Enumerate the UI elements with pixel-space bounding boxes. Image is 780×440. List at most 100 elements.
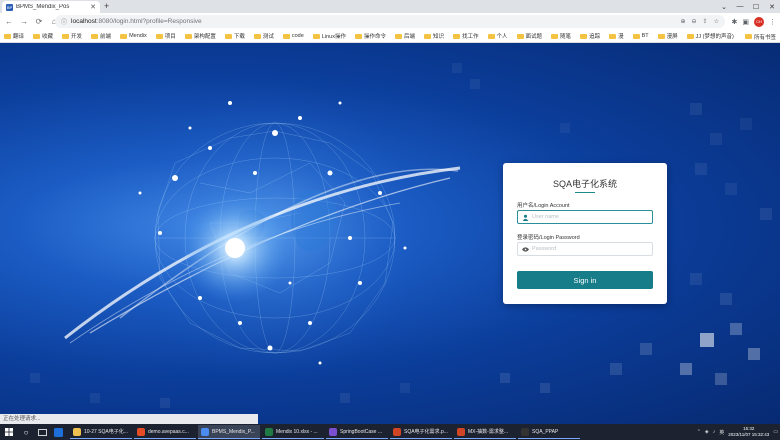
folder-icon	[253, 33, 261, 39]
back-icon[interactable]: ←	[3, 16, 15, 28]
eye-icon[interactable]	[518, 243, 532, 255]
bookmark-label: BT	[641, 33, 649, 39]
bookmark-star-icon[interactable]: ☆	[714, 18, 719, 25]
username-input[interactable]	[532, 214, 642, 220]
folder-icon	[580, 33, 588, 39]
bookmark-item[interactable]: 下载	[224, 32, 245, 40]
taskbar-app[interactable]: MX-抽数-需求整...	[454, 425, 516, 439]
taskbar-app[interactable]: SQA_PPAP	[518, 425, 580, 439]
network-icon[interactable]: ◈	[705, 429, 709, 435]
bookmark-label: Mendix	[129, 33, 147, 39]
bookmark-item[interactable]: 前端	[91, 32, 111, 40]
bookmark-item[interactable]: 漫	[609, 32, 624, 40]
app-icon	[73, 427, 81, 436]
translate-icon[interactable]: ⊕	[681, 18, 686, 25]
taskbar-app[interactable]: Mendix 10.xlsx - ...	[262, 425, 324, 439]
folder-icon	[120, 33, 128, 39]
app-icon	[521, 427, 529, 436]
bookmark-item[interactable]: Linux操作	[312, 32, 346, 40]
bookmark-label: 追踪	[589, 34, 601, 40]
status-bubble: 正在处理请求...	[0, 414, 258, 424]
app-icon	[457, 427, 465, 436]
bookmark-item[interactable]: 随笔	[551, 32, 571, 40]
bookmark-item[interactable]: 漫屏	[657, 32, 678, 40]
tray-chevron-icon[interactable]: ⌃	[697, 429, 701, 435]
login-title: SQA电子化系统	[552, 179, 617, 189]
bookmark-item[interactable]: 收藏	[33, 32, 53, 40]
bookmark-item[interactable]: 后端	[394, 32, 415, 40]
bookmark-item[interactable]: 测试	[253, 32, 274, 40]
new-tab-icon[interactable]: +	[104, 1, 109, 12]
bookmark-item[interactable]: 个人	[487, 32, 508, 40]
folder-icon	[62, 33, 70, 39]
bookmark-item[interactable]: code	[282, 33, 304, 39]
bookmark-item[interactable]: Mendix	[120, 33, 147, 39]
forward-icon[interactable]: →	[18, 16, 30, 28]
url-host: localhost	[71, 18, 97, 25]
taskbar-app-label: Mendix 10.xlsx - ...	[276, 428, 318, 435]
folder-icon	[4, 33, 11, 39]
folder-icon	[312, 33, 320, 39]
windows-start-icon[interactable]	[0, 424, 18, 440]
bookmark-label: 漫屏	[666, 34, 678, 40]
folder-icon	[453, 33, 460, 39]
taskbar-app-label: BPMS_Mendix_P...	[212, 428, 255, 435]
bookmark-label: 项目	[164, 34, 176, 40]
clock[interactable]: 15:32 2023/11/07 15:32:43	[728, 426, 769, 438]
taskbar-app[interactable]: SpringBootCase ...	[326, 425, 388, 439]
bookmark-item[interactable]: 知识	[423, 32, 444, 40]
user-icon	[518, 211, 532, 223]
taskbar-app[interactable]: 10-27 SQA电子化...	[70, 425, 132, 439]
search-icon[interactable]: ○	[18, 424, 34, 440]
bookmark-label: 前端	[100, 34, 112, 40]
password-input[interactable]	[532, 246, 642, 252]
app-icon	[329, 427, 337, 436]
bookmark-item[interactable]: JJ (梦想的声音)	[686, 32, 734, 40]
password-field[interactable]	[517, 242, 653, 256]
browser-tab[interactable]: BP BPMS_Mendix_Pos ✕	[2, 1, 100, 13]
bookmark-item[interactable]: 开发	[62, 32, 82, 40]
taskbar-app[interactable]: demo.avepaas.c...	[134, 425, 196, 439]
close-window-icon[interactable]: ✕	[764, 0, 780, 13]
bookmark-item[interactable]: 架构配置	[184, 32, 216, 40]
chevron-down-icon[interactable]: ⌄	[716, 0, 732, 13]
address-bar[interactable]: ⓘ localhost:8080/login.html?profile=Resp…	[55, 15, 725, 28]
sidebar-icon[interactable]: ▣	[742, 18, 749, 26]
bookmark-item[interactable]: BT	[632, 33, 649, 39]
bookmark-label: 面试题	[525, 34, 543, 40]
app-icon	[393, 427, 401, 436]
bookmark-label: 后端	[403, 34, 415, 40]
bookmark-item[interactable]: 面试题	[516, 32, 543, 40]
folder-icon	[91, 33, 99, 39]
bookmark-item[interactable]: 追踪	[580, 32, 600, 40]
menu-icon[interactable]: ⋮	[769, 18, 776, 26]
bookmark-item[interactable]: 操作命令	[354, 32, 386, 40]
share-icon[interactable]: ⇪	[703, 18, 708, 25]
notification-icon[interactable]: ▭	[773, 429, 778, 435]
bookmark-all[interactable]: 所有书签	[740, 30, 776, 42]
taskbar-app[interactable]: BPMS_Mendix_P...	[198, 425, 260, 439]
input-method-icon[interactable]: 英	[719, 429, 724, 436]
login-page-background: SQA电子化系统 用户名/Login Account 登录密码/Login Pa…	[0, 43, 780, 424]
profile-avatar[interactable]: CH	[754, 16, 764, 27]
maximize-icon[interactable]: ☐	[748, 0, 764, 13]
reload-icon[interactable]: ⟳	[33, 16, 45, 28]
minimize-icon[interactable]: —	[732, 0, 748, 13]
extensions-icon[interactable]: ✱	[732, 18, 738, 26]
outlook-icon[interactable]	[50, 424, 66, 440]
taskbar-app[interactable]: SQA电子化需求.p...	[390, 425, 452, 439]
task-view-icon[interactable]	[34, 424, 50, 440]
bookmark-label: 收藏	[42, 34, 54, 40]
username-field[interactable]	[517, 210, 653, 224]
bookmark-item[interactable]: 项目	[155, 32, 176, 40]
site-info-icon[interactable]: ⓘ	[61, 17, 67, 26]
bookmark-item[interactable]: 找工作	[453, 32, 479, 40]
sign-in-button[interactable]: Sign in	[517, 271, 653, 289]
tab-close-icon[interactable]: ✕	[90, 3, 96, 11]
zoom-icon[interactable]: ⊖	[692, 18, 697, 25]
bookmark-label: 翻译	[13, 34, 25, 40]
app-icon	[201, 427, 209, 436]
bookmark-item[interactable]: 翻译	[4, 32, 24, 40]
volume-icon[interactable]: ♪	[713, 429, 716, 435]
title-underline	[575, 192, 595, 193]
